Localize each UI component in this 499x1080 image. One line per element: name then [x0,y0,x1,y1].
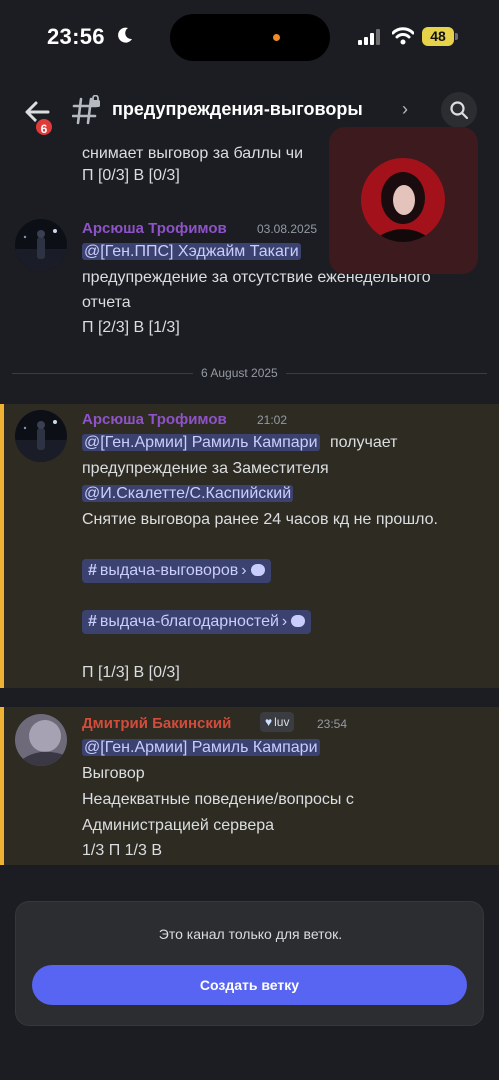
author-name[interactable]: Арсюша Трофимов [82,220,227,237]
badge-label: luv [274,715,290,729]
date-divider-label: 6 August 2025 [193,366,286,380]
floating-video-tile[interactable] [329,127,478,274]
message-text: получает [329,434,398,451]
thread-bubble-icon [250,564,265,576]
author-name[interactable]: Дмитрий Бакинский [82,715,231,732]
battery-indicator: 48 [422,27,458,47]
battery-tip [455,33,458,40]
channel-link-label: выдача-выговоров [99,562,239,579]
mention-line: @[Ген.ППС] Хэджайм Такаги [82,243,301,261]
chevron-right-icon: › [281,613,288,630]
battery-level: 48 [422,27,454,46]
author-name[interactable]: Арсюша Трофимов [82,411,227,428]
unread-count-badge: 6 [34,117,54,137]
message-line: П [1/3] В [0/3] [82,664,180,681]
user-mention[interactable]: @[Ген.Армии] Рамиль Кампари [82,739,320,756]
heart-icon: ♥ [265,715,273,729]
search-button[interactable] [441,92,477,128]
user-avatar-image [361,158,445,242]
wifi-icon [392,27,414,45]
highlighted-message[interactable] [0,707,499,865]
status-time: 23:56 [47,24,105,49]
create-thread-button[interactable]: Создать ветку [32,965,467,1005]
mention-line: @[Ген.Армии] Рамиль Кампари [82,739,320,757]
avatar[interactable] [15,410,67,462]
message-line: 1/3 П 1/3 В [82,842,162,859]
pip-avatar [361,158,445,242]
user-mention[interactable]: @[Ген.ППС] Хэджайм Такаги [82,243,301,260]
threads-only-notice: Это канал только для веток. Создать ветк… [15,901,484,1026]
message-timestamp: 23:54 [317,717,348,731]
message-line: Снятие выговора ранее 24 часов кд не про… [82,511,438,528]
mention-line: @И.Скалетте/С.Каспийский [82,485,294,503]
notice-text: Это канал только для веток. [158,926,343,942]
user-avatar-image [15,410,67,462]
message-line: П [2/3] В [1/3] [82,319,180,336]
status-bar: 23:56 48 [0,0,499,75]
cellular-signal-icon [358,29,380,45]
moon-icon [118,27,132,43]
channel-link-chip[interactable]: # выдача-выговоров › [82,559,271,583]
chevron-right-icon: › [241,562,247,579]
privacy-indicator-icon [273,34,280,41]
user-avatar-image [15,714,67,766]
hash-icon: # [88,562,97,579]
channel-link-chip[interactable]: # выдача-благодарностей › [82,610,312,634]
chevron-right-icon[interactable]: › [402,99,408,120]
mention-line: @[Ген.Армии] Рамиль Кампари получает [82,434,397,452]
user-avatar-image [15,219,67,271]
message-line: Выговор [82,765,145,782]
dynamic-island [170,14,330,61]
message-timestamp: 21:02 [257,413,288,427]
avatar[interactable] [15,219,67,271]
user-mention[interactable]: @[Ген.Армии] Рамиль Кампари [82,434,320,451]
locked-channel-hash-icon [72,95,100,125]
message-line: Неадекватные поведение/вопросы с [82,791,354,808]
message-timestamp: 03.08.2025 [257,222,318,236]
message-line: П [0/3] В [0/3] [82,167,180,184]
message-line: предупреждение за Заместителя [82,460,329,477]
message-line: снимает выговор за баллы чи [82,145,304,162]
message-line: Администрацией сервера [82,817,275,834]
hash-icon: # [88,613,97,630]
role-mention[interactable]: @И.Скалетте/С.Каспийский [82,485,294,502]
message-line: отчета [82,294,131,311]
channel-link-label: выдача-благодарностей [99,613,279,630]
search-icon [450,101,469,120]
channel-name[interactable]: предупреждения-выговоры [112,99,363,120]
avatar[interactable] [15,714,67,766]
luv-badge: ♥ luv [260,712,295,732]
thread-bubble-icon [291,615,306,627]
